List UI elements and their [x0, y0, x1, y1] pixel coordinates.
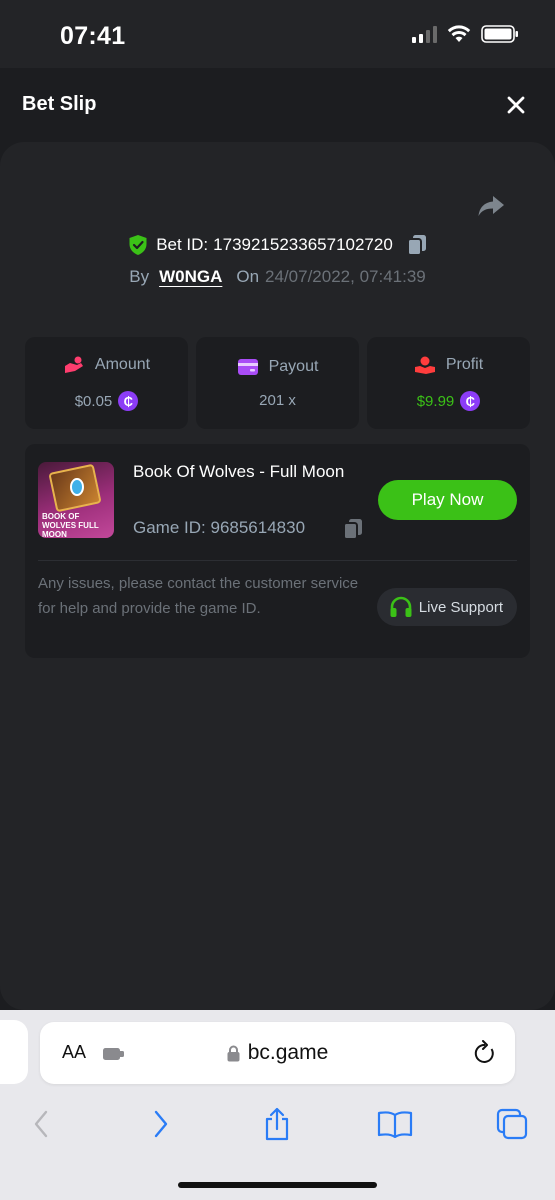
- bet-author-row: By W0NGA On 24/07/2022, 07:41:39: [0, 267, 555, 287]
- coin-icon: ₵: [118, 391, 139, 411]
- reload-button[interactable]: [473, 1040, 497, 1071]
- url-text: bc.game: [247, 1041, 329, 1064]
- status-icons: [412, 25, 519, 43]
- bookmarks-button[interactable]: [375, 1104, 415, 1144]
- close-icon: [507, 96, 525, 114]
- game-thumbnail[interactable]: BOOK OF WOLVES FULL MOON: [38, 462, 114, 538]
- copy-game-id-button[interactable]: [343, 518, 363, 545]
- bet-stats: Amount $0.05 ₵ Payout 201 x Profit $9.99…: [25, 337, 530, 429]
- wifi-icon: [447, 25, 471, 42]
- share-sheet-button[interactable]: [257, 1104, 297, 1144]
- amount-value: $0.05: [74, 392, 113, 410]
- share-icon: [478, 196, 504, 216]
- gem-graphic: [70, 478, 84, 496]
- amount-label: Amount: [94, 356, 151, 373]
- thumbnail-text: BOOK OF WOLVES FULL MOON: [42, 512, 99, 538]
- home-indicator: [178, 1182, 377, 1188]
- copy-icon: [343, 519, 362, 540]
- status-time: 07:41: [60, 22, 126, 50]
- tabs-button[interactable]: [492, 1104, 532, 1144]
- signal-icon: [412, 25, 437, 43]
- amount-icon: [64, 356, 83, 373]
- back-icon: [34, 1110, 48, 1138]
- bet-id-row: Bet ID: 1739215233657102720: [0, 234, 555, 256]
- bet-id-value: 1739215233657102720: [213, 235, 393, 254]
- game-id-row: Game ID: 9685614830: [133, 518, 305, 538]
- live-support-button[interactable]: Live Support: [376, 588, 517, 626]
- shield-check-icon: [129, 235, 147, 255]
- forward-button[interactable]: [141, 1104, 181, 1144]
- headset-icon: [390, 596, 412, 617]
- user-link[interactable]: W0NGA: [159, 267, 222, 287]
- coin-icon: ₵: [460, 391, 481, 411]
- share-button[interactable]: [477, 194, 505, 223]
- on-label: On: [236, 267, 260, 286]
- status-bar: 07:41: [0, 0, 555, 68]
- payout-icon: [237, 358, 258, 375]
- address-bar[interactable]: AA bc.game: [40, 1022, 515, 1084]
- battery-icon: [481, 25, 518, 43]
- play-now-button[interactable]: Play Now: [378, 480, 517, 520]
- game-card: BOOK OF WOLVES FULL MOON Book Of Wolves …: [25, 444, 530, 658]
- copy-bet-id-button[interactable]: [406, 234, 427, 256]
- back-button[interactable]: [21, 1104, 61, 1144]
- browser-nav: [0, 1104, 555, 1144]
- live-support-label: Live Support: [418, 598, 503, 616]
- copy-icon: [406, 235, 426, 256]
- payout-value: 201 x: [259, 391, 296, 409]
- support-notice: Any issues, please contact the customer …: [38, 575, 359, 617]
- lock-icon: [227, 1045, 240, 1061]
- bet-slip-header: Bet Slip: [0, 68, 555, 142]
- previous-tab-preview[interactable]: [0, 1020, 28, 1084]
- url-display[interactable]: bc.game: [40, 1041, 515, 1065]
- page-title: Bet Slip: [22, 93, 97, 115]
- reload-icon: [474, 1040, 494, 1063]
- bet-slip-sheet: Bet ID: 1739215233657102720 By W0NGA On …: [0, 142, 555, 1010]
- game-id-label: Game ID:: [133, 518, 206, 537]
- divider: [38, 560, 517, 561]
- payout-card: Payout 201 x: [196, 337, 359, 429]
- tabs-icon: [496, 1108, 528, 1140]
- by-label: By: [129, 267, 150, 286]
- payout-label: Payout: [268, 357, 319, 375]
- share-sheet-icon: [265, 1107, 289, 1141]
- bet-slip-panel: Bet ID: 1739215233657102720 By W0NGA On …: [0, 142, 555, 1010]
- profit-card: Profit $9.99 ₵: [367, 337, 530, 429]
- profit-value: $9.99: [416, 392, 455, 410]
- game-id-value: 9685614830: [210, 518, 306, 537]
- bookmarks-icon: [377, 1111, 413, 1138]
- amount-card: Amount $0.05 ₵: [25, 337, 188, 429]
- bet-date: 24/07/2022, 07:41:39: [265, 267, 426, 286]
- profit-icon: [414, 356, 435, 374]
- bet-id-label: Bet ID:: [156, 235, 209, 254]
- browser-toolbar: AA bc.game: [0, 1010, 555, 1200]
- close-button[interactable]: [501, 90, 531, 120]
- forward-icon: [154, 1110, 168, 1138]
- profit-label: Profit: [445, 356, 484, 373]
- game-name: Book Of Wolves - Full Moon: [133, 462, 345, 481]
